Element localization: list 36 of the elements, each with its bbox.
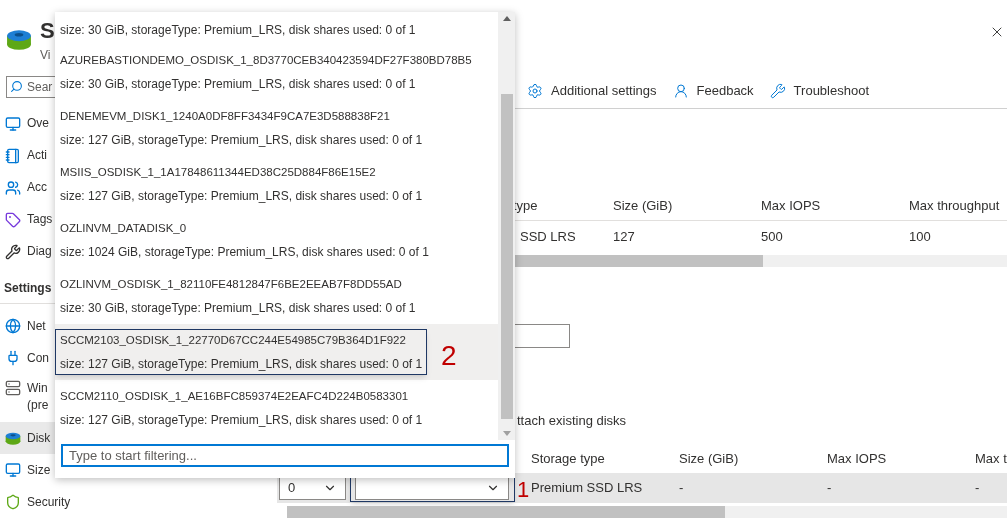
disk-detail: size: 1024 GiB, storageType: Premium_LRS, disk shares used: 0 of 1	[60, 244, 429, 260]
disk-name: MSIIS_OSDISK_1_1A17848611344ED38C25D884F86E15E2	[60, 165, 377, 180]
table-cell: 100	[909, 229, 931, 245]
annotation-number: 1	[517, 479, 530, 501]
disk-name: OZLINVM_DATADISK_0	[60, 221, 188, 236]
blade-subtitle: Vi	[40, 48, 52, 62]
table-cell: SSD LRS	[520, 229, 576, 245]
annotation-number: 2	[441, 342, 457, 370]
disk-name: AZUREBASTIONDEMO_OSDISK_1_8D3770CEB340423594DF27F380BD78B5	[60, 53, 472, 68]
attach-existing-label: ttach existing disks	[517, 413, 627, 428]
blade-title: S	[40, 17, 55, 45]
disk-detail: size: 127 GiB, storageType: Premium_LRS, disk shares used: 0 of 1	[60, 356, 423, 372]
disk-detail: size: 30 GiB, storageType: Premium_LRS, disk shares used: 0 of 1	[60, 76, 417, 92]
table-cell: -	[975, 480, 980, 496]
column-header: Max t	[975, 451, 1007, 467]
column-header: Max throughput	[909, 197, 1000, 213]
section-header: Settings	[4, 280, 52, 295]
column-header: Max IOPS	[827, 451, 887, 467]
disk-detail: size: 127 GiB, storageType: Premium_LRS, disk shares used: 0 of 1	[60, 188, 423, 204]
table-cell: -	[827, 480, 832, 496]
column-header: Size (GiB)	[679, 451, 739, 467]
table-cell: 500	[761, 229, 783, 245]
disk-detail: size: 127 GiB, storageType: Premium_LRS, disk shares used: 0 of 1	[60, 132, 423, 148]
disk-detail: size: 30 GiB, storageType: Premium_LRS, disk shares used: 0 of 1	[60, 23, 416, 37]
disk-name: DENEMEVM_DISK1_1240A0DF8FF3434F9CA7E3D588838F21	[60, 109, 391, 124]
disk-name: OZLINVM_OSDISK_1_82110FE4812847F6BE2EEAB7F8DD55AD	[60, 277, 403, 292]
column-header: Max IOPS	[761, 197, 821, 213]
disk-name: SCCM2103_OSDISK_1_22770D67CC244E54985C79B364D1F922	[60, 333, 407, 348]
column-header: Storage type	[531, 451, 605, 467]
disk-detail: size: 30 GiB, storageType: Premium_LRS, disk shares used: 0 of 1	[60, 300, 416, 316]
disk-name: SCCM2110_OSDISK_1_AE16BFC859374E2EAFC4D224B0583301	[60, 389, 410, 404]
table-cell: 127	[613, 229, 635, 245]
column-header: Size (GiB)	[613, 197, 673, 213]
disk-detail: size: 127 GiB, storageType: Premium_LRS, disk shares used: 0 of 1	[60, 412, 423, 428]
table-cell: Premium SSD LRS	[531, 480, 643, 496]
table-cell: -	[679, 480, 684, 496]
